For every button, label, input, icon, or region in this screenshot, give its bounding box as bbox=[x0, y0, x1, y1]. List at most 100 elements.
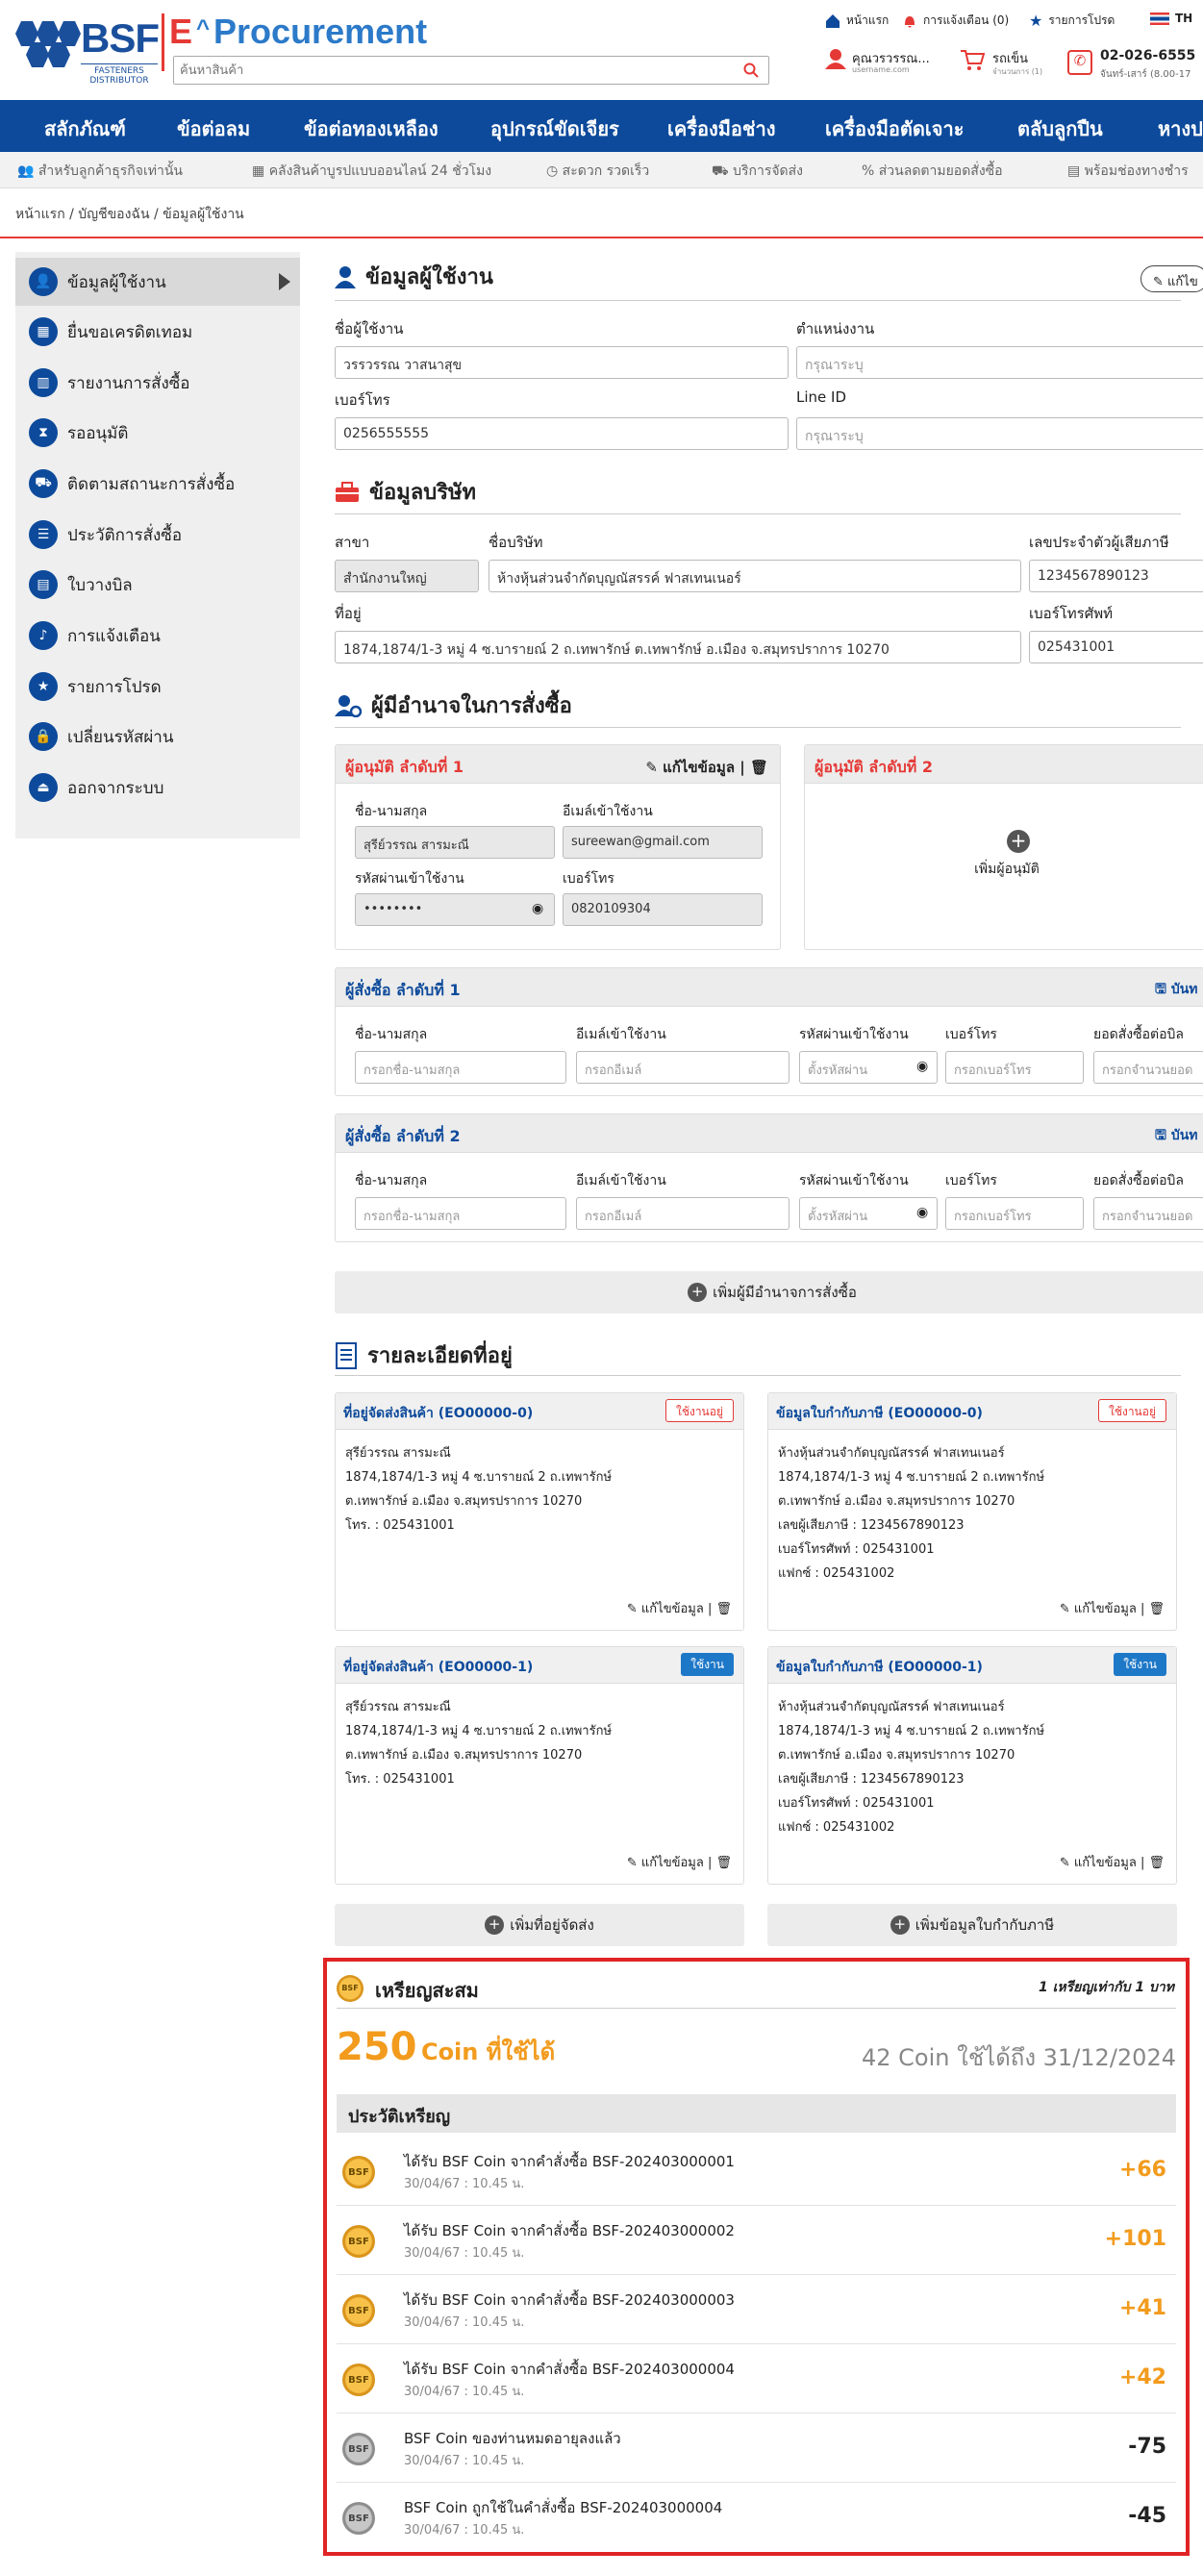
buyer-limit-field[interactable]: กรอกจำนวนยอด bbox=[1093, 1051, 1203, 1084]
phone-label: เบอร์โทร bbox=[335, 391, 390, 409]
password-label: รหัสผ่านเข้าใช้งาน bbox=[799, 1173, 909, 1188]
add-authority-button[interactable]: + เพิ่มผู้มีอำนาจการสั่งซื้อ bbox=[335, 1271, 1203, 1313]
add-tax-info-button[interactable]: + เพิ่มข้อมูลใบกำกับภาษี bbox=[767, 1904, 1177, 1946]
buyer-phone-field[interactable]: กรอกเบอร์โทร bbox=[945, 1051, 1084, 1084]
edit-address-button[interactable]: ✎ แก้ไขข้อมูล | 🗑 bbox=[627, 1598, 732, 1618]
nav-item[interactable]: ข้อต่อทองเหลือง bbox=[304, 113, 439, 144]
edit-address-button[interactable]: ✎ แก้ไขข้อมูล | 🗑 bbox=[627, 1852, 732, 1872]
top-header: BSF FASTENERS DISTRIBUTOR E ^ Procurement … bbox=[0, 0, 1203, 100]
feature-item: ◷ สะดวก รวดเร็ว bbox=[546, 163, 650, 179]
user-account[interactable]: คุณวรวรรณ... username.com bbox=[825, 48, 940, 81]
sidebar-item-history[interactable]: ☰ ประวัติการสั่งซื้อ bbox=[15, 511, 300, 559]
name-label: ชื่อ-นามสกุล bbox=[355, 804, 428, 819]
sidebar-item-credit[interactable]: ▦ ยื่นขอเครดิตเทอม bbox=[15, 308, 300, 356]
search-input[interactable] bbox=[174, 57, 713, 84]
sidebar-item-tracking[interactable]: ⛟ ติดตามสถานะการสั่งซื้อ bbox=[15, 460, 300, 508]
eye-icon[interactable]: ◉ bbox=[916, 1059, 928, 1074]
sidebar-item-logout[interactable]: ⏏ ออกจากระบบ bbox=[15, 763, 300, 812]
eye-icon[interactable]: ◉ bbox=[532, 901, 543, 916]
sidebar-item-report[interactable]: ▥ รายงานการสั่งซื้อ bbox=[15, 359, 300, 407]
notification-link[interactable]: การแจ้งเตือน (0) bbox=[902, 12, 1009, 30]
logout-icon: ⏏ bbox=[29, 773, 58, 802]
divider bbox=[335, 300, 1181, 301]
eye-icon[interactable]: ◉ bbox=[916, 1205, 928, 1220]
nav-item[interactable]: อุปกรณ์ขัดเจียร bbox=[490, 113, 619, 144]
coin-history-row: BSF BSF Coin ถูกใช้ในคำสั่งซื้อ BSF-2024… bbox=[337, 2483, 1176, 2552]
phone-field[interactable]: 0256555555 bbox=[335, 417, 789, 450]
buyer-email-field[interactable]: กรอกอีเมล์ bbox=[576, 1051, 789, 1084]
sidebar-item-user-info[interactable]: 👤 ข้อมูลผู้ใช้งาน bbox=[15, 258, 300, 306]
username-field[interactable]: วรรวรรณ วาสนาสุข bbox=[335, 346, 789, 379]
history-date: 30/04/67 : 10.45 น. bbox=[404, 2385, 525, 2399]
limit-label: ยอดสั่งซื้อต่อบิล bbox=[1093, 1027, 1184, 1042]
hourglass-icon: ⧗ bbox=[29, 418, 58, 447]
approver-name-field: สุรีย์วรรณ สารมะณี bbox=[355, 826, 555, 859]
buyer-email-field[interactable]: กรอกอีเมล์ bbox=[576, 1197, 789, 1230]
buyer-name-field[interactable]: กรอกชื่อ-นามสกุล bbox=[355, 1051, 566, 1084]
nav-item[interactable]: เครื่องมือตัดเจาะ bbox=[825, 113, 964, 144]
use-button[interactable]: ใช้งาน bbox=[1114, 1653, 1166, 1676]
cart-button[interactable]: รถเข็น จำนวนการ (1) bbox=[960, 48, 1046, 81]
company-phone-field[interactable]: 025431001 bbox=[1029, 631, 1203, 663]
bsf-logo[interactable]: BSF FASTENERS DISTRIBUTOR bbox=[15, 15, 160, 86]
buyer-name-field[interactable]: กรอกชื่อ-นามสกุล bbox=[355, 1197, 566, 1230]
address-field[interactable]: 1874,1874/1-3 หมู่ 4 ซ.บารายณ์ 2 ถ.เทพาร… bbox=[335, 631, 1021, 663]
use-button[interactable]: ใช้งาน bbox=[681, 1653, 734, 1676]
contact-phone[interactable]: ✆ 02-026-6555 จันทร์-เสาร์ (8.00-17 bbox=[1067, 48, 1203, 83]
save-buyer-button[interactable]: 🖫 บันท bbox=[1155, 979, 1198, 1002]
buyer-limit-field[interactable]: กรอกจำนวนยอด bbox=[1093, 1197, 1203, 1230]
coin-gold-icon: BSF bbox=[342, 2225, 375, 2258]
history-date: 30/04/67 : 10.45 น. bbox=[404, 2246, 525, 2261]
favorites-link[interactable]: ★ รายการโปรด bbox=[1029, 12, 1115, 30]
address-card-title: ที่อยู่จัดส่งสินค้า (EO00000-1) bbox=[343, 1660, 534, 1675]
edit-address-button[interactable]: ✎ แก้ไขข้อมูล | 🗑 bbox=[1060, 1852, 1165, 1872]
username-label: ชื่อผู้ใช้งาน bbox=[335, 320, 404, 338]
breadcrumb[interactable]: หน้าแรก / บัญชีของฉัน / ข้อมูลผู้ใช้งาน bbox=[15, 204, 244, 225]
nav-item[interactable]: เครื่องมือช่าง bbox=[667, 113, 776, 144]
briefcase-icon bbox=[336, 481, 359, 502]
search-box[interactable] bbox=[173, 56, 769, 85]
edit-user-button[interactable]: ✎ แก้ไข bbox=[1140, 265, 1203, 292]
add-circle-icon[interactable]: + bbox=[1007, 830, 1030, 853]
sidebar-item-notifications[interactable]: ♪ การแจ้งเตือน bbox=[15, 612, 300, 660]
warehouse-icon: ▦ bbox=[252, 163, 265, 179]
history-description: BSF Coin ถูกใช้ในคำสั่งซื้อ BSF-20240300… bbox=[404, 2499, 723, 2516]
logo-text: BSF bbox=[81, 15, 160, 61]
save-buyer-button[interactable]: 🖫 บันท bbox=[1155, 1125, 1198, 1148]
sidebar-item-pending[interactable]: ⧗ รออนุมัติ bbox=[15, 409, 300, 457]
coin-history-row: BSF ได้รับ BSF Coin จากคำสั่งซื้อ BSF-20… bbox=[337, 2275, 1176, 2344]
add-approver-button[interactable]: เพิ่มผู้อนุมัติ bbox=[805, 859, 1203, 880]
divider bbox=[335, 513, 1181, 514]
coin-history-row: BSF BSF Coin ของท่านหมดอายุลงแล้ว 30/04/… bbox=[337, 2413, 1176, 2483]
tax-id-field[interactable]: 1234567890123 bbox=[1029, 560, 1203, 592]
coin-gold-icon: BSF bbox=[342, 2156, 375, 2188]
history-description: ได้รับ BSF Coin จากคำสั่งซื้อ BSF-202403… bbox=[404, 2222, 735, 2239]
branch-field: สำนักงานใหญ่ bbox=[335, 560, 479, 592]
home-link[interactable]: หน้าแรก bbox=[825, 12, 889, 30]
sidebar-item-favorites[interactable]: ★ รายการโปรด bbox=[15, 663, 300, 711]
language-switch[interactable]: TH bbox=[1150, 12, 1192, 25]
buyer-phone-field[interactable]: กรอกเบอร์โทร bbox=[945, 1197, 1084, 1230]
company-heading: ข้อมูลบริษัท bbox=[335, 475, 476, 509]
add-shipping-address-button[interactable]: + เพิ่มที่อยู่จัดส่ง bbox=[335, 1904, 744, 1946]
nav-item[interactable]: หางปล bbox=[1158, 113, 1203, 144]
sidebar-item-billing[interactable]: ▤ ใบวางบิล bbox=[15, 561, 300, 609]
star-icon: ★ bbox=[1029, 12, 1043, 30]
password-label: รหัสผ่านเข้าใช้งาน bbox=[799, 1027, 909, 1042]
tax-info-card: ข้อมูลใบกำกับภาษี (EO00000-1) ใช้งาน ห้า… bbox=[767, 1646, 1177, 1885]
nav-item[interactable]: ข้อต่อลม bbox=[177, 113, 250, 144]
search-icon[interactable] bbox=[743, 63, 759, 78]
line-id-field[interactable]: กรุณาระบุ bbox=[796, 417, 1203, 450]
tax-info-card: ข้อมูลใบกำกับภาษี (EO00000-0) ใช้งานอยู่… bbox=[767, 1392, 1177, 1631]
nav-item[interactable]: สลักภัณฑ์ bbox=[44, 113, 126, 144]
nav-item[interactable]: ตลับลูกปืน bbox=[1017, 113, 1103, 144]
position-field[interactable]: กรุณาระบุ bbox=[796, 346, 1203, 379]
category-nav: สลักภัณฑ์ ข้อต่อลม ข้อต่อทองเหลือง อุปกร… bbox=[0, 100, 1203, 152]
edit-address-button[interactable]: ✎ แก้ไขข้อมูล | 🗑 bbox=[1060, 1598, 1165, 1618]
edit-approver-button[interactable]: ✎ แก้ไขข้อมูล | 🗑 bbox=[645, 756, 768, 779]
approver-card-2: ผู้อนุมัติ ลำดับที่ 2 + เพิ่มผู้อนุมัติ bbox=[804, 744, 1203, 950]
sidebar-item-password[interactable]: 🔒 เปลี่ยนรหัสผ่าน bbox=[15, 713, 300, 761]
coin-history-row: BSF ได้รับ BSF Coin จากคำสั่งซื้อ BSF-20… bbox=[337, 2344, 1176, 2413]
discount-icon: % bbox=[862, 163, 875, 179]
company-name-field[interactable]: ห้างหุ้นส่วนจำกัดบุญณัสรรค์ ฟาสเทนเนอร์ bbox=[489, 560, 1021, 592]
